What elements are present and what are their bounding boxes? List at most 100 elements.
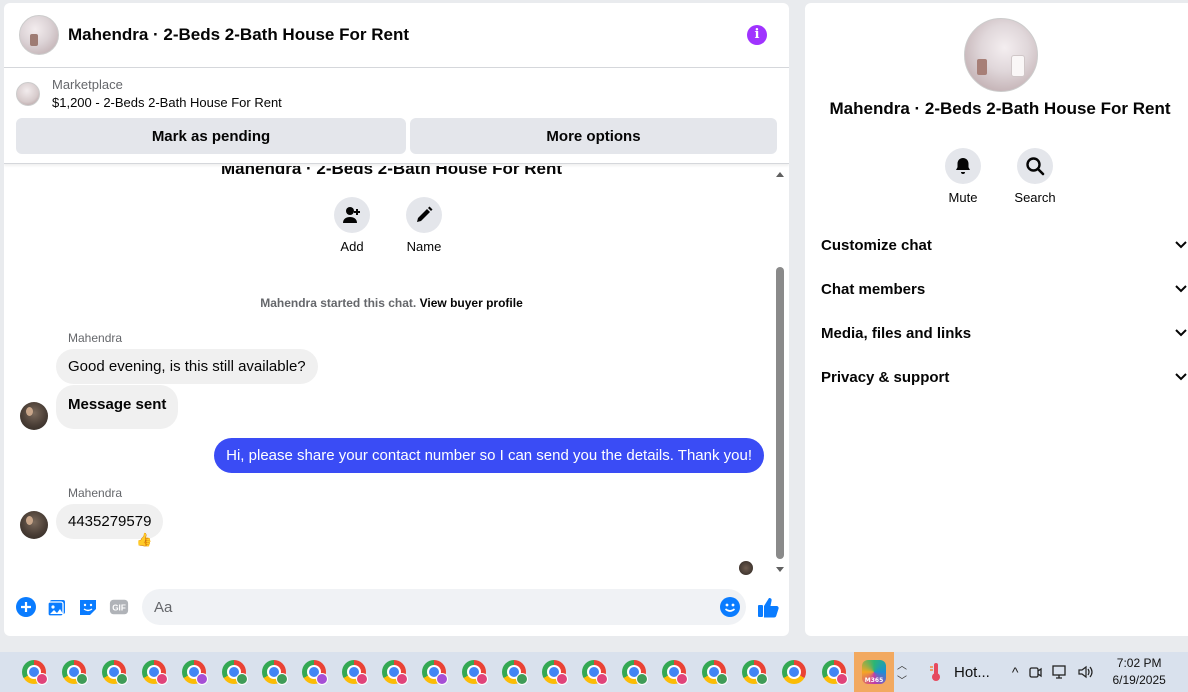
chevron-down-icon [1175,373,1187,381]
profile-badge-icon [116,673,128,685]
chrome-profile-app[interactable] [334,652,374,692]
chrome-profile-app[interactable] [734,652,774,692]
chrome-profile-app[interactable] [814,652,854,692]
search-icon[interactable] [1017,148,1053,184]
meet-now-icon[interactable] [1028,665,1043,679]
chrome-profile-app[interactable] [174,652,214,692]
photo-icon[interactable] [47,597,67,617]
scroll-thumb[interactable] [776,267,784,559]
profile-badge-icon [276,673,288,685]
view-buyer-profile-link[interactable]: View buyer profile [420,296,523,310]
chrome-profile-app[interactable] [454,652,494,692]
section-customize-chat[interactable]: Customize chat [821,223,1187,267]
system-tray: ^ [1012,664,1095,680]
chrome-profile-app[interactable] [774,652,814,692]
add-person-icon[interactable] [334,197,370,233]
profile-badge-icon [476,673,488,685]
section-chat-members[interactable]: Chat members [821,267,1187,311]
sender-avatar[interactable] [20,511,48,539]
profile-badge-icon [76,673,88,685]
listing-banner: Marketplace $1,200 - 2-Beds 2-Bath House… [4,68,789,164]
profile-badge-icon [756,673,768,685]
pencil-icon[interactable] [406,197,442,233]
profile-badge-icon [316,673,328,685]
profile-badge-icon [636,673,648,685]
chrome-profile-app[interactable] [614,652,654,692]
m365-label: M365 [864,677,884,684]
rename-action[interactable]: Name [406,197,442,254]
message-input[interactable] [154,598,694,616]
gif-label: GIF [112,604,126,613]
profile-badge-icon [196,673,208,685]
listing-avatar[interactable] [19,15,59,55]
taskbar-overflow-chevron-icon[interactable]: ︿ ﹀ [894,652,910,692]
outgoing-message[interactable]: Hi, please share your contact number so … [214,438,764,473]
chrome-profile-app[interactable] [254,652,294,692]
clock-time: 7:02 PM [1116,656,1162,670]
chrome-profile-app[interactable] [14,652,54,692]
incoming-message[interactable]: Good evening, is this still available? [56,349,318,384]
chat-start-notice: Mahendra started this chat. View buyer p… [4,296,779,310]
emoji-icon[interactable] [720,597,740,617]
more-options-button[interactable]: More options [410,118,777,154]
gif-icon[interactable]: GIF [109,597,129,617]
chrome-profile-app[interactable] [54,652,94,692]
add-member-action[interactable]: Add [334,197,370,254]
sender-avatar[interactable] [20,402,48,430]
tray-up-arrow-icon[interactable]: ^ [1012,664,1019,680]
profile-badge-icon [516,673,528,685]
chrome-profile-app[interactable] [494,652,534,692]
listing-source: Marketplace [52,77,123,92]
windows-taskbar: M365 ︿ ﹀ Hot... ^ 7:02 PM 6/19/2025 [0,652,1188,692]
chat-start-text: Mahendra started this chat. [260,296,417,310]
thumbs-up-icon[interactable] [756,595,780,619]
chrome-profile-app[interactable] [574,652,614,692]
m365-icon: M365 [862,660,886,684]
m365-app-icon[interactable]: M365 [854,652,894,692]
info-icon[interactable]: i [747,25,767,45]
thumbs-up-reaction[interactable]: 👍 [136,532,152,548]
section-label: Media, files and links [821,324,972,342]
section-media-files-links[interactable]: Media, files and links [821,311,1187,355]
message-input-wrapper[interactable] [142,589,746,625]
info-title: Mahendra · 2-Beds 2-Bath House For Rent [829,99,1171,118]
volume-icon[interactable] [1078,665,1094,679]
chrome-profile-app[interactable] [374,652,414,692]
mark-as-pending-button[interactable]: Mark as pending [16,118,406,154]
listing-summary[interactable]: Marketplace $1,200 - 2-Beds 2-Bath House… [16,76,777,112]
chrome-profile-app[interactable] [134,652,174,692]
profile-badge-icon [236,673,248,685]
mute-action[interactable]: Mute [945,148,981,205]
chrome-profile-app[interactable] [214,652,254,692]
profile-badge-icon [716,673,728,685]
chat-title[interactable]: Mahendra · 2-Beds 2-Bath House For Rent [68,25,409,45]
weather-widget[interactable]: Hot... [928,662,990,682]
message-sender: Mahendra [68,331,123,345]
section-label: Privacy & support [821,368,950,386]
chrome-icon [782,660,806,684]
bell-icon[interactable] [945,148,981,184]
chrome-profile-app[interactable] [694,652,734,692]
system-clock[interactable]: 7:02 PM 6/19/2025 [1112,655,1165,689]
chrome-profile-app[interactable] [414,652,454,692]
thermometer-icon [930,663,940,681]
scroll-up-arrow-icon[interactable] [776,172,784,177]
taskbar-apps [14,652,854,692]
info-avatar[interactable] [964,18,1038,92]
section-privacy-support[interactable]: Privacy & support [821,355,1187,399]
message-composer: GIF [4,578,789,636]
network-icon[interactable] [1052,665,1068,679]
chrome-profile-app[interactable] [294,652,334,692]
thread-scrollbar[interactable] [775,170,785,574]
chrome-profile-app[interactable] [534,652,574,692]
chrome-profile-app[interactable] [94,652,134,692]
search-label: Search [1014,190,1056,205]
section-label: Chat members [821,280,926,298]
chat-panel: Mahendra · 2-Beds 2-Bath House For Rent … [4,3,789,636]
incoming-message[interactable]: Message sent [56,385,179,429]
scroll-down-arrow-icon[interactable] [776,567,784,572]
search-action[interactable]: Search [1014,148,1056,205]
plus-circle-icon[interactable] [16,597,36,617]
sticker-icon[interactable] [78,597,98,617]
chrome-profile-app[interactable] [654,652,694,692]
